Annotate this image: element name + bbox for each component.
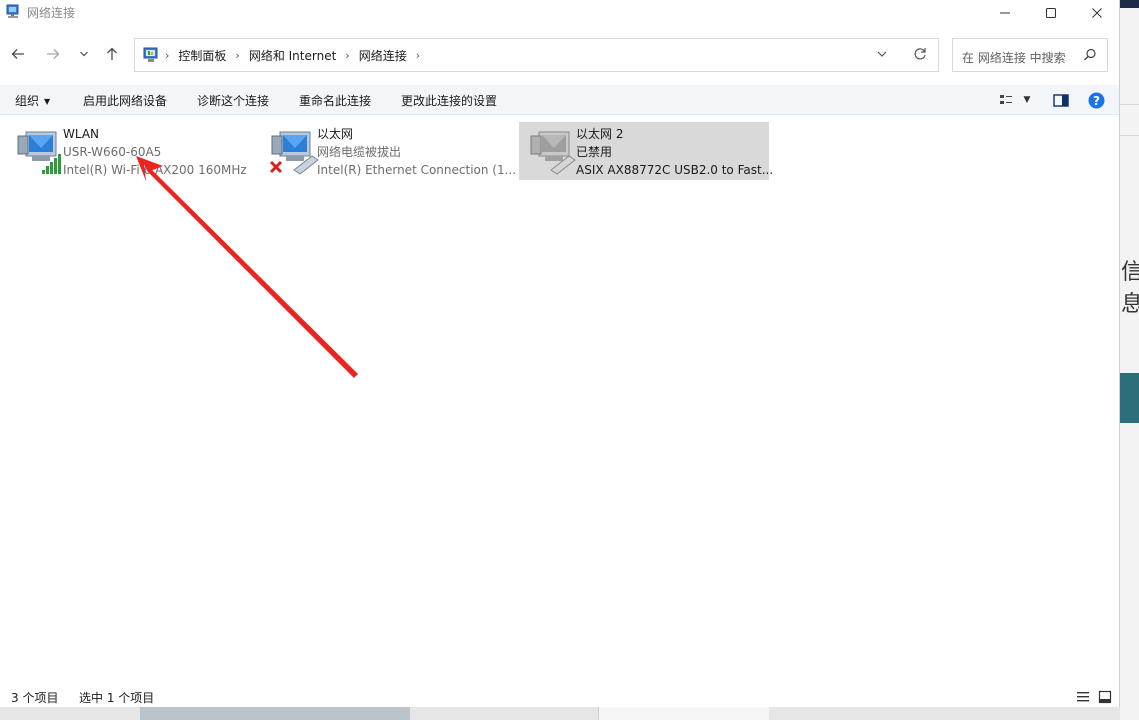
navigation-bar: › 控制面板 › 网络和 Internet › 网络连接 › 在 网络连接 中搜…: [0, 36, 1119, 74]
breadcrumb-separator-icon[interactable]: ›: [235, 49, 239, 62]
details-view-icon[interactable]: [1076, 691, 1090, 703]
maximize-button[interactable]: [1028, 0, 1074, 25]
item-count: 3 个项目: [11, 691, 59, 705]
enable-device-button[interactable]: 启用此网络设备: [83, 92, 167, 109]
selection-count: 选中 1 个项目: [79, 691, 155, 705]
breadcrumb-network-connections[interactable]: 网络连接: [359, 47, 407, 64]
search-input[interactable]: 在 网络连接 中搜索: [962, 49, 1066, 66]
up-button[interactable]: [98, 40, 126, 68]
background-block: [140, 707, 410, 720]
help-icon: ?: [1088, 92, 1104, 108]
background-bottom: [0, 707, 1120, 720]
wifi-adapter-icon: [17, 131, 61, 174]
caret-down-icon: ▼: [1023, 95, 1031, 105]
connection-device: ASIX AX88772C USB2.0 to Fast...: [576, 163, 774, 177]
rename-button[interactable]: 重命名此连接: [299, 92, 371, 109]
breadcrumb-control-panel[interactable]: 控制面板: [178, 47, 226, 64]
background-app: 信息: [1120, 0, 1139, 720]
connection-device: Intel(R) Wi-Fi 6 AX200 160MHz: [63, 163, 247, 177]
address-bar[interactable]: › 控制面板 › 网络和 Internet › 网络连接 ›: [134, 38, 939, 72]
forward-button[interactable]: [39, 40, 67, 68]
window-title: 网络连接: [27, 6, 76, 20]
recent-locations-button[interactable]: [70, 40, 98, 68]
background-button: [1120, 373, 1139, 423]
network-connections-icon: [6, 4, 19, 18]
connection-name: 以太网 2: [576, 127, 624, 141]
chevron-down-icon[interactable]: [876, 47, 888, 61]
connection-text: 以太网 网络电缆被拔出 Intel(R) Ethernet Connection…: [317, 125, 516, 179]
caret-down-icon: ▼: [44, 97, 51, 106]
svg-text:?: ?: [1093, 94, 1100, 108]
background-block: [598, 707, 769, 720]
preview-pane-icon: [1053, 93, 1069, 107]
organize-label: 组织: [15, 94, 40, 108]
breadcrumb: › 控制面板 › 网络和 Internet › 网络连接 ›: [165, 39, 429, 71]
breadcrumb-network-internet[interactable]: 网络和 Internet: [249, 47, 336, 64]
search-icon: [1084, 48, 1096, 61]
chevron-down-icon: [80, 51, 88, 57]
title-bar: 网络连接: [0, 0, 1119, 25]
close-button[interactable]: [1074, 0, 1119, 25]
connection-name: 以太网: [317, 127, 354, 141]
minimize-icon: [1000, 12, 1010, 13]
search-box[interactable]: 在 网络连接 中搜索: [952, 38, 1108, 72]
connection-device: Intel(R) Ethernet Connection (1...: [317, 163, 517, 177]
large-icons-view-icon[interactable]: [1098, 690, 1112, 704]
breadcrumb-separator-icon[interactable]: ›: [345, 49, 349, 62]
breadcrumb-separator-icon[interactable]: ›: [165, 49, 169, 62]
view-options-button[interactable]: [997, 91, 1015, 109]
background-header: [1120, 0, 1139, 8]
arrow-up-icon: [107, 47, 117, 60]
status-bar: 3 个项目 选中 1 个项目: [0, 686, 1119, 707]
view-icon: [1000, 95, 1012, 104]
preview-pane-button[interactable]: [1052, 91, 1070, 109]
connection-status: USR-W660-60A5: [63, 145, 162, 159]
refresh-icon[interactable]: [912, 46, 928, 62]
organize-menu[interactable]: 组织 ▼: [15, 92, 50, 109]
minimize-button[interactable]: [982, 0, 1028, 25]
connection-item-ethernet[interactable]: 以太网 网络电缆被拔出 Intel(R) Ethernet Connection…: [260, 122, 516, 180]
close-icon: [1092, 7, 1102, 18]
ethernet-disabled-icon: [530, 131, 576, 175]
background-divider: [1120, 104, 1139, 136]
arrow-left-icon: [11, 49, 24, 59]
breadcrumb-separator-icon[interactable]: ›: [416, 49, 420, 62]
connection-name: WLAN: [63, 127, 100, 141]
change-settings-button[interactable]: 更改此连接的设置: [401, 92, 497, 109]
connection-status: 已禁用: [576, 145, 613, 159]
explorer-window: 网络连接 › 控制面板 › 网络和 Internet › 网络连接 › 在 网络…: [0, 0, 1120, 707]
connection-status: 网络电缆被拔出: [317, 145, 402, 159]
connection-item-wlan[interactable]: WLAN USR-W660-60A5 Intel(R) Wi-Fi 6 AX20…: [6, 122, 254, 180]
maximize-icon: [1046, 7, 1056, 18]
ethernet-unplugged-icon: [269, 131, 319, 175]
back-button[interactable]: [4, 40, 32, 68]
connection-text: 以太网 2 已禁用 ASIX AX88772C USB2.0 to Fast..…: [576, 125, 773, 179]
connection-item-ethernet-2[interactable]: 以太网 2 已禁用 ASIX AX88772C USB2.0 to Fast..…: [519, 122, 773, 180]
command-bar: 组织 ▼ 启用此网络设备 诊断这个连接 重命名此连接 更改此连接的设置 ▼ ?: [0, 85, 1119, 115]
help-button[interactable]: ?: [1087, 91, 1105, 109]
arrow-right-icon: [47, 49, 60, 59]
diagnose-button[interactable]: 诊断这个连接: [197, 92, 269, 109]
view-dropdown[interactable]: ▼: [1018, 91, 1036, 109]
connection-text: WLAN USR-W660-60A5 Intel(R) Wi-Fi 6 AX20…: [63, 125, 247, 179]
control-panel-icon: [143, 47, 158, 62]
background-text: 信息: [1121, 260, 1139, 317]
